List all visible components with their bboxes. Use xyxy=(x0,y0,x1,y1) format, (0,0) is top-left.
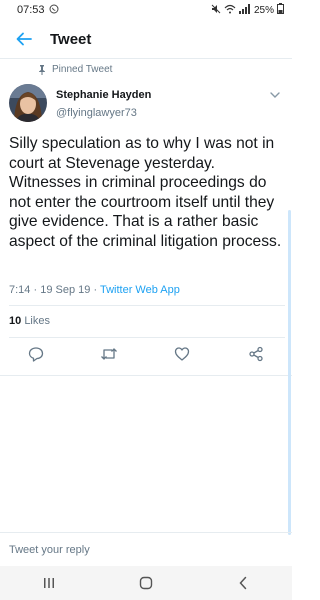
divider xyxy=(9,337,285,338)
status-left: 07:53 xyxy=(0,4,59,17)
signal-icon xyxy=(238,3,251,17)
tweet-date: 19 Sep 19 xyxy=(40,284,91,296)
status-bar: 07:53 25% xyxy=(0,0,292,20)
likes-count: 10 xyxy=(9,315,22,327)
system-back-button[interactable] xyxy=(223,568,263,598)
back-button[interactable] xyxy=(6,21,42,57)
author-handle[interactable]: @flyinglawyer73 xyxy=(56,107,137,119)
reply-input[interactable]: Tweet your reply xyxy=(0,532,292,567)
pin-icon xyxy=(39,64,45,75)
author-name[interactable]: Stephanie Hayden xyxy=(56,89,151,101)
home-button[interactable] xyxy=(126,568,166,598)
pinned-indicator: Pinned Tweet xyxy=(38,64,112,75)
page-title: Tweet xyxy=(50,30,92,48)
tweet-source[interactable]: Twitter Web App xyxy=(100,284,180,296)
reply-placeholder: Tweet your reply xyxy=(9,544,90,556)
home-icon xyxy=(139,576,153,590)
tweet-options-button[interactable] xyxy=(268,88,282,102)
battery-icon xyxy=(277,3,284,17)
whatsapp-icon xyxy=(49,4,59,17)
status-right: 25% xyxy=(211,3,292,17)
likes-label: Likes xyxy=(24,315,50,327)
system-nav-bar xyxy=(0,566,292,600)
wifi-icon xyxy=(224,4,236,17)
battery-percent: 25% xyxy=(253,4,274,16)
pinned-label: Pinned Tweet xyxy=(52,64,113,75)
tweet-text: Silly speculation as to why I was not in… xyxy=(9,135,282,250)
mute-icon xyxy=(211,4,221,17)
share-button[interactable] xyxy=(244,342,268,366)
divider xyxy=(9,305,285,306)
tweet-meta: 7:14 · 19 Sep 19 · Twitter Web App xyxy=(9,284,180,296)
divider xyxy=(0,375,292,376)
likes-count-link[interactable]: 10 Likes xyxy=(9,315,50,327)
like-icon xyxy=(174,347,190,361)
recent-apps-button[interactable] xyxy=(29,568,69,598)
scrollbar[interactable] xyxy=(288,210,291,535)
share-icon xyxy=(249,346,263,362)
recent-apps-icon xyxy=(43,578,54,588)
reply-button[interactable] xyxy=(24,342,48,366)
app-bar: Tweet xyxy=(0,20,292,59)
tweet-actions xyxy=(0,342,292,366)
retweet-icon xyxy=(101,348,117,360)
status-time: 07:53 xyxy=(17,4,45,16)
reply-icon xyxy=(28,347,44,362)
like-button[interactable] xyxy=(170,342,194,366)
tweet-time: 7:14 xyxy=(9,284,31,296)
retweet-button[interactable] xyxy=(97,342,121,366)
chevron-down-icon xyxy=(270,92,280,98)
back-arrow-icon xyxy=(16,32,32,46)
avatar[interactable] xyxy=(9,84,47,122)
chevron-left-icon xyxy=(239,576,247,590)
